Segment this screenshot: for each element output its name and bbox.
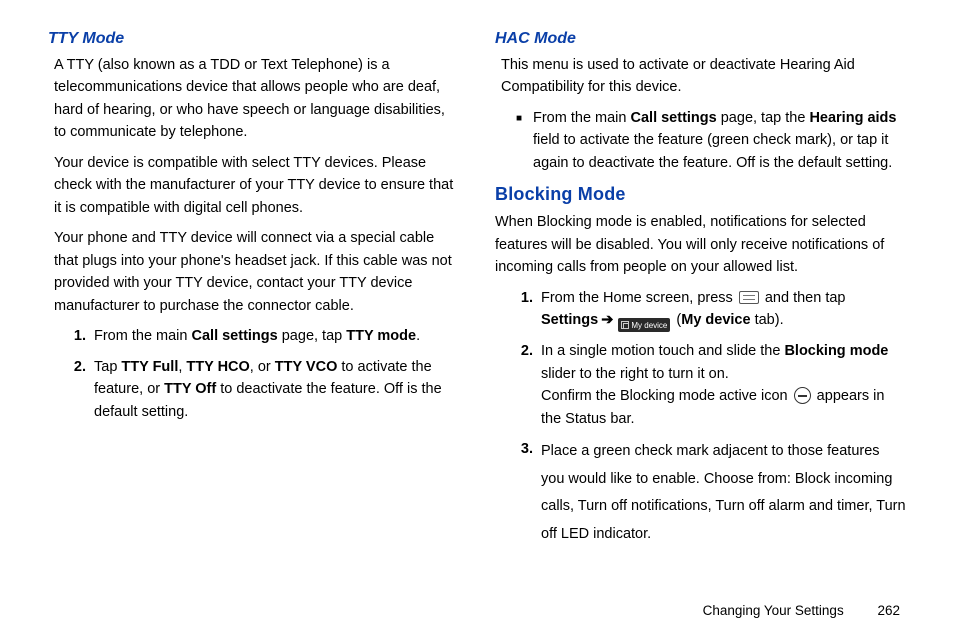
blocking-mode-icon: [794, 387, 811, 404]
arrow-icon: ➔: [601, 312, 613, 328]
step-number: 1.: [513, 287, 541, 332]
tty-steps: 1. From the main Call settings page, tap…: [48, 325, 459, 423]
tty-para-3: Your phone and TTY device will connect v…: [54, 227, 459, 317]
tty-step-2: 2. Tap TTY Full, TTY HCO, or TTY VCO to …: [48, 356, 459, 423]
step-number: 3.: [513, 438, 541, 548]
step-text: From the main Call settings page, tap TT…: [94, 325, 459, 347]
page-footer: Changing Your Settings 262: [703, 603, 900, 618]
hac-para-1: This menu is used to activate or deactiv…: [501, 54, 906, 99]
step-text: Tap TTY Full, TTY HCO, or TTY VCO to act…: [94, 356, 459, 423]
square-bullet-icon: ■: [505, 107, 533, 174]
step-text: Place a green check mark adjacent to tho…: [541, 438, 906, 548]
blocking-para-1: When Blocking mode is enabled, notificat…: [495, 211, 906, 278]
blocking-heading: Blocking Mode: [495, 184, 906, 205]
step-number: 2.: [66, 356, 94, 423]
blocking-step-3: 3. Place a green check mark adjacent to …: [495, 438, 906, 548]
tty-para-2: Your device is compatible with select TT…: [54, 152, 459, 219]
page-columns: TTY Mode A TTY (also known as a TDD or T…: [48, 30, 906, 556]
step-text: From the Home screen, press and then tap…: [541, 287, 906, 332]
menu-key-icon: [739, 291, 759, 304]
step-number: 2.: [513, 340, 541, 430]
left-column: TTY Mode A TTY (also known as a TDD or T…: [48, 30, 459, 556]
right-column: HAC Mode This menu is used to activate o…: [495, 30, 906, 556]
step-number: 1.: [66, 325, 94, 347]
step-text: In a single motion touch and slide the B…: [541, 340, 906, 430]
footer-section-title: Changing Your Settings: [703, 603, 844, 618]
tty-step-1: 1. From the main Call settings page, tap…: [48, 325, 459, 347]
tty-para-1: A TTY (also known as a TDD or Text Telep…: [54, 54, 459, 144]
my-device-icon: My device: [618, 318, 670, 332]
hac-bullet: ■ From the main Call settings page, tap …: [495, 107, 906, 174]
tty-heading: TTY Mode: [48, 30, 459, 48]
blocking-steps: 1. From the Home screen, press and then …: [495, 287, 906, 549]
blocking-step-1: 1. From the Home screen, press and then …: [495, 287, 906, 332]
page-number: 262: [877, 603, 900, 618]
hac-heading: HAC Mode: [495, 30, 906, 48]
bullet-text: From the main Call settings page, tap th…: [533, 107, 906, 174]
blocking-step-2: 2. In a single motion touch and slide th…: [495, 340, 906, 430]
